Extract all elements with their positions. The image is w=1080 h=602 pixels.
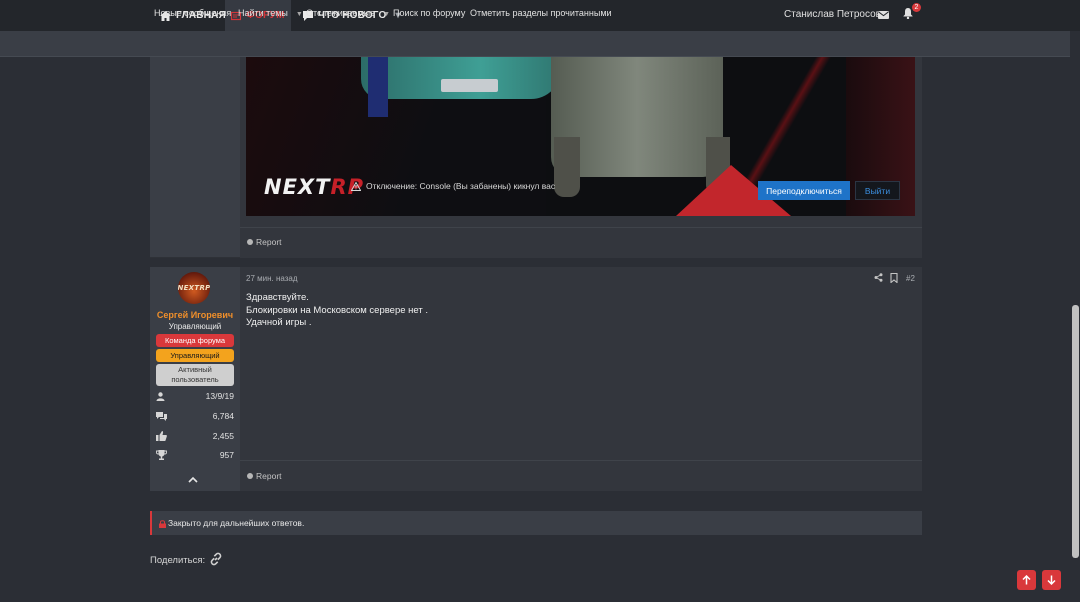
chevron-down-icon[interactable]: ▼ [383, 11, 390, 18]
stat-reactions: 2,455 [156, 430, 234, 442]
share-icon[interactable] [874, 273, 883, 285]
subnav-find-threads[interactable]: Найти темы ▼ [238, 8, 303, 18]
user-banner-manager: Управляющий [156, 349, 234, 362]
warning-icon [351, 181, 361, 191]
screenshot-blue-object [368, 57, 388, 117]
post-number-link[interactable]: #2 [906, 274, 915, 283]
chevron-up-icon[interactable] [188, 474, 198, 486]
post-message: Здравствуйте. Блокировки на Московском с… [246, 292, 428, 330]
subnav-find-threads-label: Найти темы [238, 8, 288, 18]
report-icon [247, 473, 253, 479]
stat-messages: 6,784 [156, 410, 234, 422]
user-icon [156, 391, 165, 401]
subnav-new-posts[interactable]: Новые сообщения [154, 8, 231, 18]
user-banner-active: Активный пользователь [156, 364, 234, 386]
alerts-count-badge: 2 [912, 3, 921, 12]
subnav-watched[interactable]: Отслеживаемые ▼ [306, 8, 390, 18]
kick-message: Отключение: Console (Вы забанены) кикнул… [351, 181, 555, 191]
post-timestamp[interactable]: 27 мин. назад [246, 274, 298, 283]
lock-icon [159, 519, 166, 531]
kick-message-text: Отключение: Console (Вы забанены) кикнул… [366, 181, 556, 191]
account-name-link[interactable]: Станислав Петросов [784, 9, 881, 20]
share-label: Поделиться: [150, 555, 206, 566]
message-line: Блокировки на Московском сервере нет . [246, 304, 429, 316]
subnav-search-forum[interactable]: Поиск по форуму [393, 8, 465, 18]
screenshot-car [361, 57, 561, 99]
arrow-down-icon [1047, 575, 1056, 585]
report-link[interactable]: Report [247, 237, 282, 247]
stat-points-value: 957 [219, 450, 234, 460]
user-banner-team: Команда форума [156, 334, 234, 347]
arrow-up-icon [1022, 575, 1031, 585]
post-author-title: Управляющий [168, 322, 222, 331]
logo-next: NEXT [264, 175, 331, 199]
stat-joined: 13/9/19 [156, 390, 234, 402]
stat-messages-value: 6,784 [212, 411, 234, 421]
report-link[interactable]: Report [247, 471, 282, 481]
screenshot-license-plate [441, 79, 498, 92]
attached-screenshot[interactable]: NEXTRP Отключение: Console (Вы забанены)… [246, 57, 915, 216]
envelope-icon[interactable] [878, 10, 889, 22]
thumbs-up-icon [156, 431, 167, 441]
scrollbar-thumb[interactable] [1072, 305, 1079, 558]
message-line: Здравствуйте. [246, 292, 309, 303]
nextrp-logo: NEXTRP [264, 175, 364, 199]
stat-joined-value: 13/9/19 [205, 391, 234, 401]
post-author-name[interactable]: Сергей Игоревич [150, 310, 240, 320]
bell-icon[interactable] [903, 8, 913, 22]
stat-points: 957 [156, 449, 234, 461]
divider [240, 227, 922, 228]
thread-closed-text: Закрыто для дальнейших ответов. [168, 518, 305, 528]
subnav-watched-label: Отслеживаемые [306, 8, 376, 18]
subnav-mark-read[interactable]: Отметить разделы прочитанными [470, 8, 612, 18]
screenshot-character-arm [554, 137, 580, 197]
comments-icon [156, 411, 167, 421]
report-label: Report [256, 471, 282, 481]
avatar[interactable]: NEXTRP [178, 272, 210, 304]
link-icon[interactable] [209, 552, 223, 569]
scroll-top-button[interactable] [1017, 570, 1036, 590]
bookmark-icon[interactable] [890, 272, 898, 286]
reconnect-button[interactable]: Переподключиться [758, 181, 850, 200]
avatar-text: NEXTRP [178, 284, 210, 292]
report-label: Report [256, 237, 282, 247]
exit-button[interactable]: Выйти [855, 181, 900, 200]
trophy-icon [156, 450, 167, 460]
message-line: Удачной игры . [246, 317, 312, 328]
divider [240, 460, 922, 461]
sub-navbar [0, 31, 1080, 57]
chevron-down-icon[interactable]: ▼ [296, 11, 303, 18]
report-icon [247, 239, 253, 245]
stat-reactions-value: 2,455 [212, 431, 234, 441]
post-user-column [150, 57, 240, 258]
scroll-bottom-button[interactable] [1042, 570, 1061, 590]
